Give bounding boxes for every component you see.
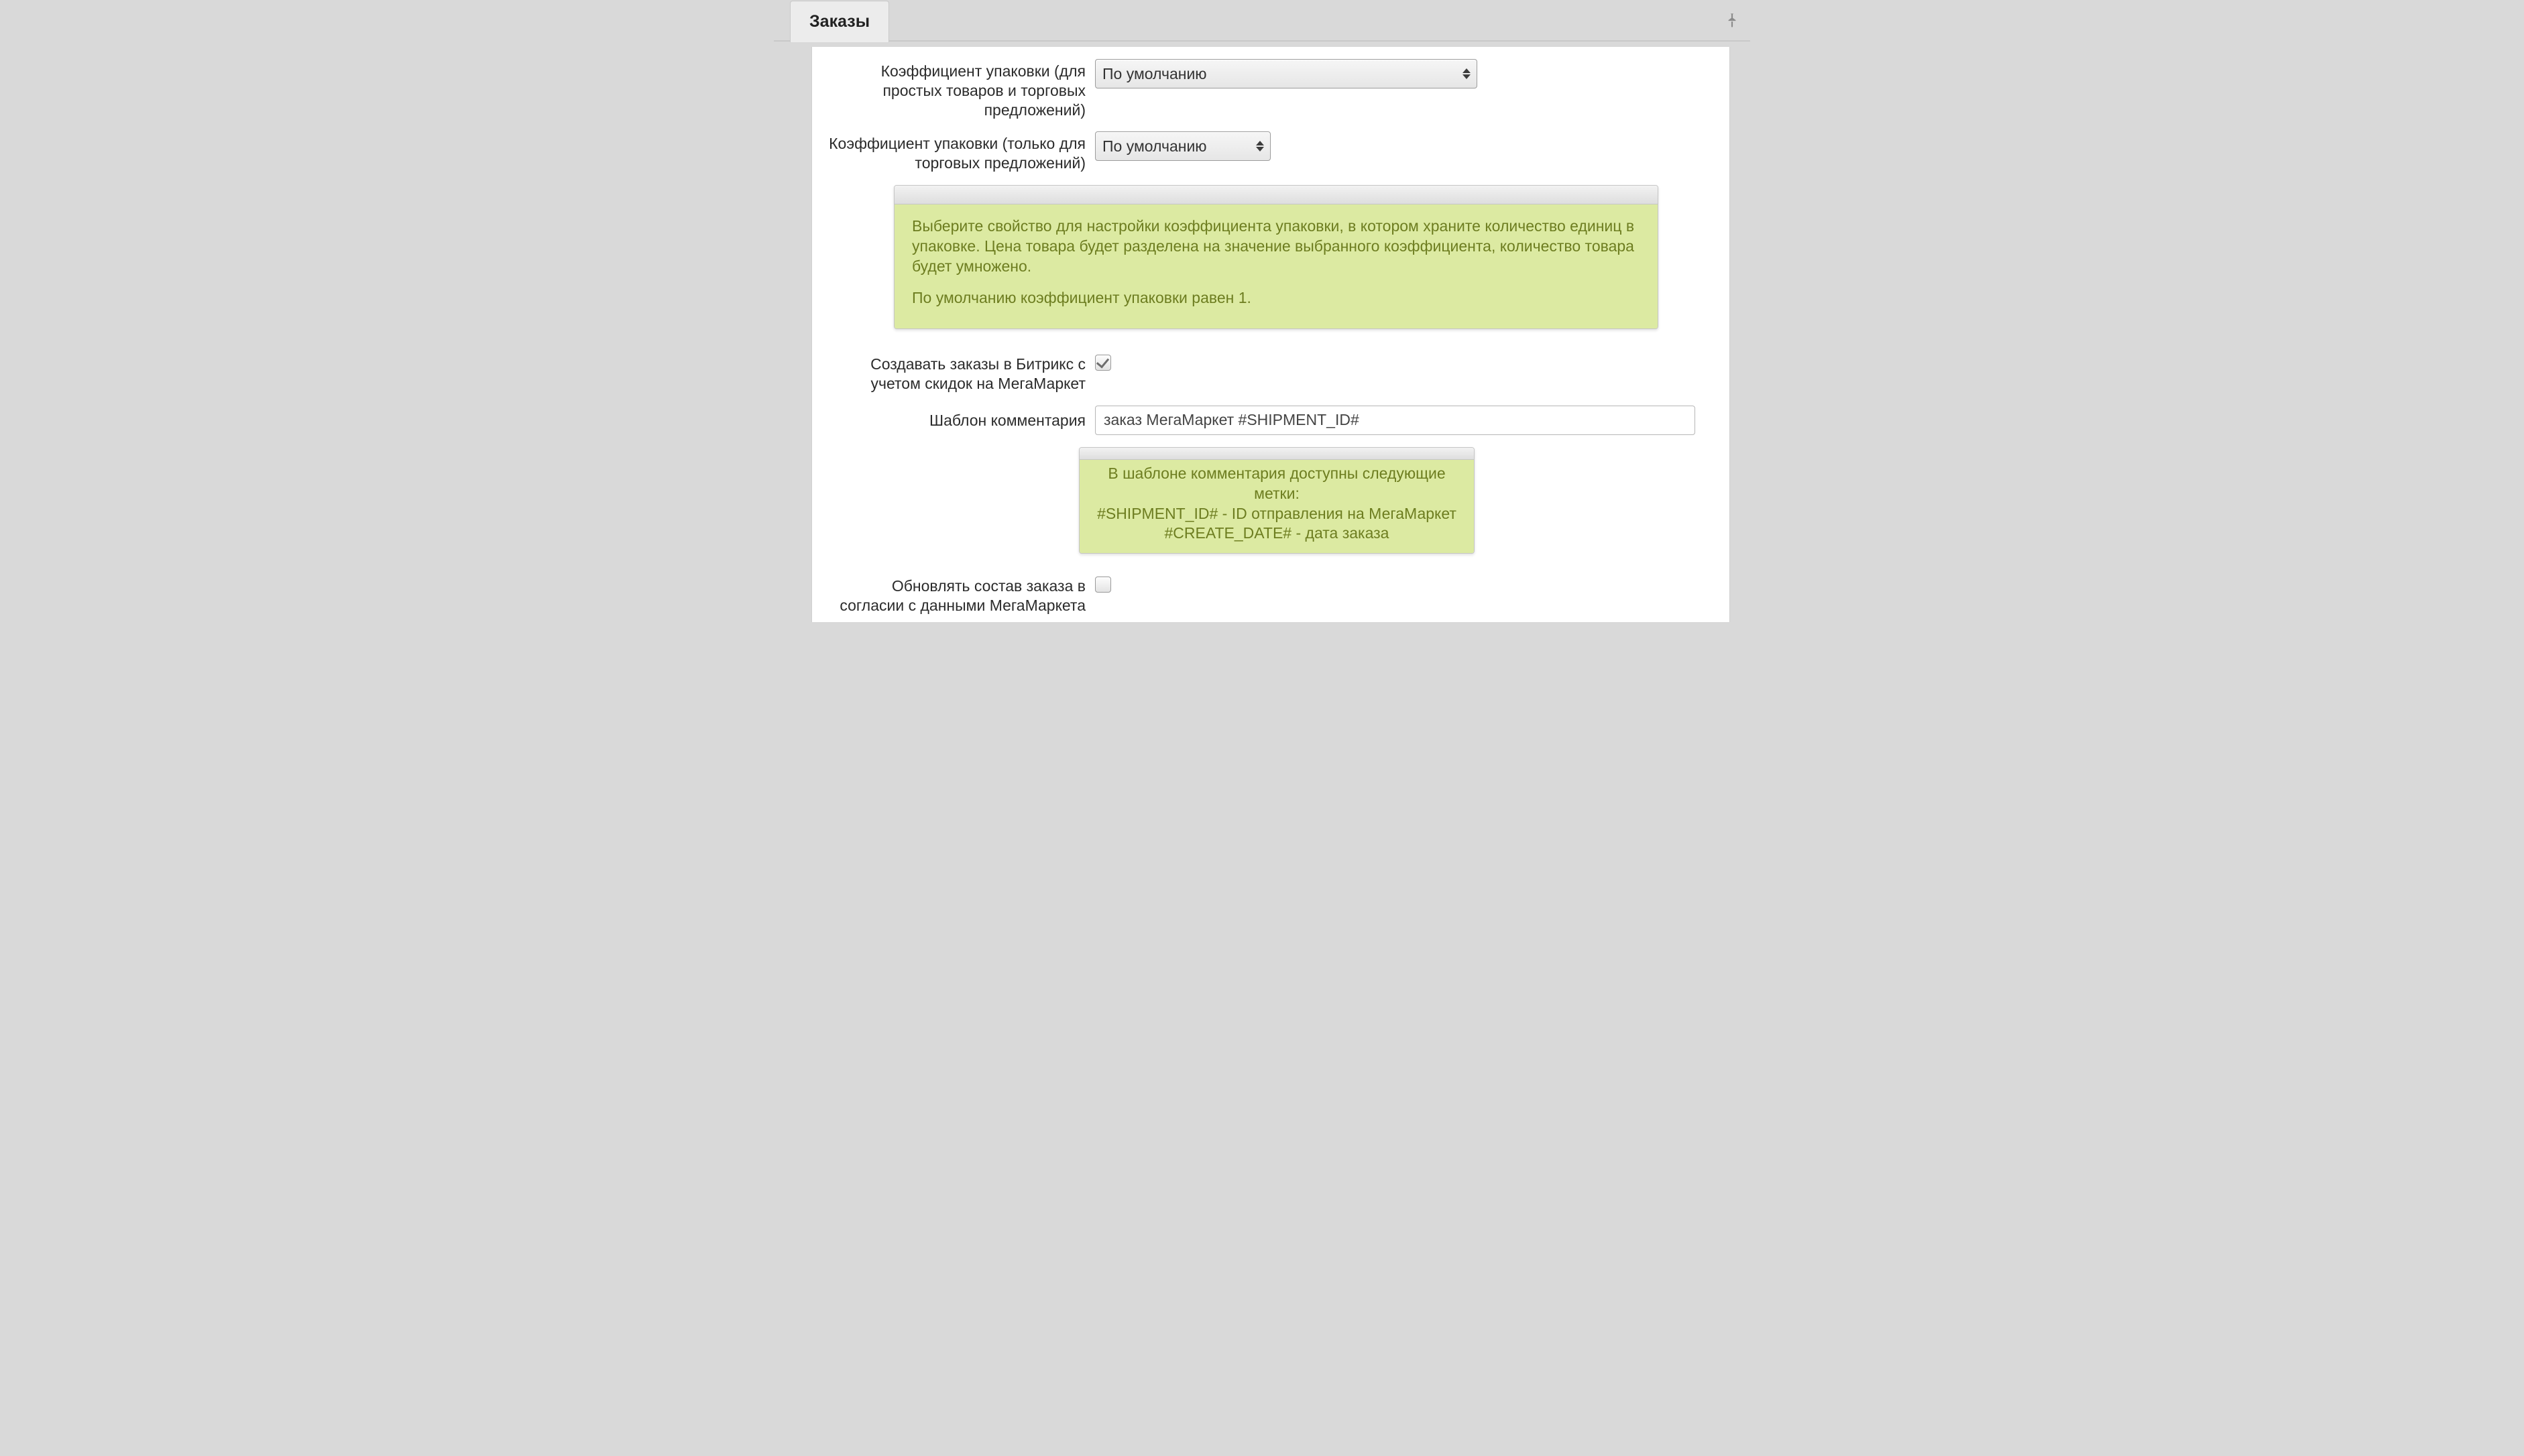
pin-icon[interactable] bbox=[1723, 11, 1741, 29]
label-pack-coef-all: Коэффициент упаковки (для простых товаро… bbox=[827, 59, 1095, 119]
note-text: Выберите свойство для настройки коэффици… bbox=[912, 217, 1640, 277]
note-text: #SHIPMENT_ID# - ID отправления на МегаМа… bbox=[1086, 504, 1467, 524]
note-body: В шаблоне комментария доступны следующие… bbox=[1080, 460, 1474, 554]
note-head bbox=[1080, 448, 1474, 460]
note-comment-template: В шаблоне комментария доступны следующие… bbox=[1079, 447, 1475, 554]
row-comment-template: Шаблон комментария bbox=[827, 406, 1715, 435]
row-create-with-discounts: Создавать заказы в Битрикс с учетом скид… bbox=[827, 352, 1715, 393]
tabbar: Заказы bbox=[774, 0, 1750, 42]
label-comment-template: Шаблон комментария bbox=[827, 406, 1095, 430]
label-update-composition: Обновлять состав заказа в согласии с дан… bbox=[827, 574, 1095, 615]
select-pack-coef-offers[interactable]: По умолчанию bbox=[1095, 131, 1271, 161]
input-comment-template[interactable] bbox=[1095, 406, 1695, 435]
note-body: Выберите свойство для настройки коэффици… bbox=[895, 204, 1658, 329]
note-text: В шаблоне комментария доступны следующие… bbox=[1086, 464, 1467, 504]
tab-orders[interactable]: Заказы bbox=[790, 1, 889, 42]
row-pack-coef-offers: Коэффициент упаковки (только для торговы… bbox=[827, 131, 1715, 173]
settings-panel: Коэффициент упаковки (для простых товаро… bbox=[811, 47, 1730, 622]
checkbox-update-composition[interactable] bbox=[1095, 577, 1111, 593]
label-pack-coef-offers: Коэффициент упаковки (только для торговы… bbox=[827, 131, 1095, 173]
row-update-composition: Обновлять состав заказа в согласии с дан… bbox=[827, 574, 1715, 615]
select-wrap: По умолчанию bbox=[1095, 131, 1271, 161]
select-wrap: По умолчанию bbox=[1095, 59, 1477, 88]
tab-label: Заказы bbox=[809, 12, 870, 32]
note-head bbox=[895, 186, 1658, 204]
note-text: #CREATE_DATE# - дата заказа bbox=[1086, 524, 1467, 544]
label-create-with-discounts: Создавать заказы в Битрикс с учетом скид… bbox=[827, 352, 1095, 393]
checkbox-create-with-discounts[interactable] bbox=[1095, 355, 1111, 371]
note-pack-coef: Выберите свойство для настройки коэффици… bbox=[894, 185, 1658, 330]
select-pack-coef-all[interactable]: По умолчанию bbox=[1095, 59, 1477, 88]
row-pack-coef-all: Коэффициент упаковки (для простых товаро… bbox=[827, 59, 1715, 119]
note-text: По умолчанию коэффициент упаковки равен … bbox=[912, 288, 1640, 308]
